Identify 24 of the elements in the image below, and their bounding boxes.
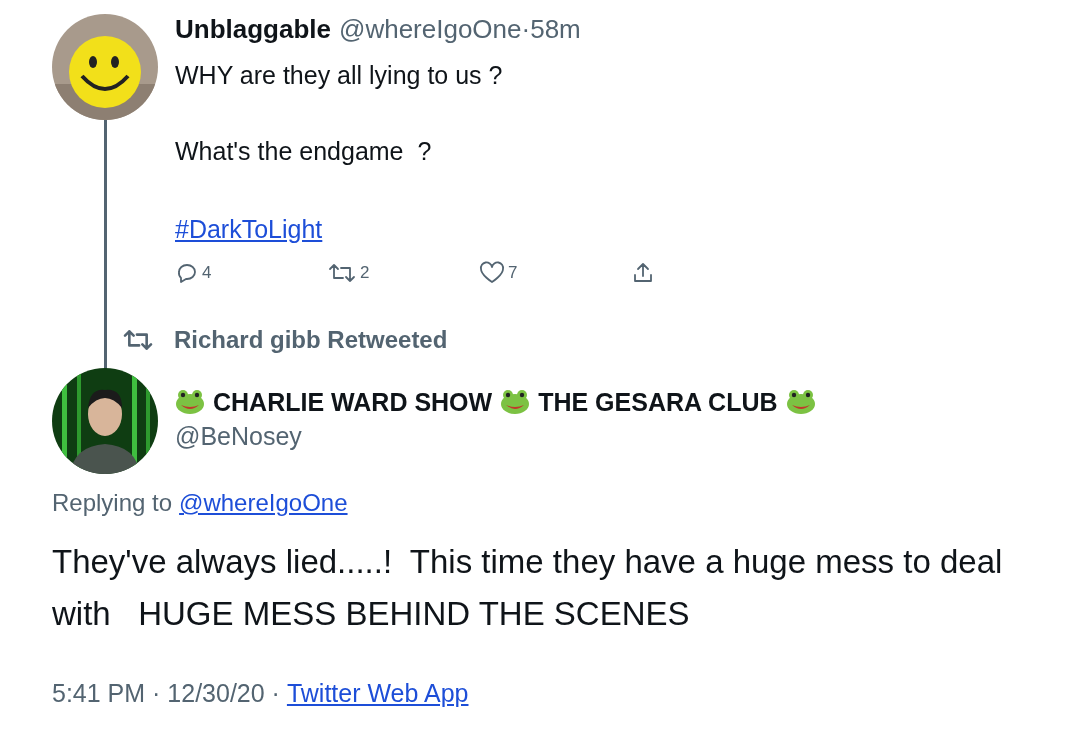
- heart-icon[interactable]: [479, 260, 505, 285]
- replying-label: Replying to: [52, 489, 173, 516]
- action-count: 2: [360, 262, 370, 284]
- display-name[interactable]: CHARLIE WARD SHOW: [213, 386, 493, 418]
- action-count: 4: [202, 262, 212, 284]
- action-count: 7: [508, 262, 518, 284]
- retweet-notice[interactable]: Richard gibb Retweeted: [174, 322, 448, 358]
- hashtag-link[interactable]: #DarkToLight: [175, 215, 323, 243]
- source-link[interactable]: Twitter Web App: [286, 679, 469, 707]
- user-handle[interactable]: @whereIgoOne: [339, 14, 522, 44]
- display-name[interactable]: THE GESARA CLUB: [538, 386, 778, 418]
- tweet-text: What's the endgame ?: [175, 136, 433, 166]
- tweet-time: 58m: [530, 14, 581, 44]
- mention-link[interactable]: @whereIgoOne: [179, 489, 348, 516]
- tweet-text: They've always lied.....! This time they have a huge mess to deal with HUGE MESS BEHIND THE SCENES: [52, 542, 1004, 634]
- tweet-timestamp: 5:41 PM · 12/30/20 ·: [52, 679, 280, 707]
- share-icon[interactable]: [631, 260, 655, 285]
- frog-icon: [175, 389, 205, 415]
- separator-dot: ·: [521, 14, 531, 44]
- user-handle[interactable]: @BeNosey: [175, 422, 302, 450]
- display-name[interactable]: Unblaggable: [175, 14, 331, 44]
- tweet-text: WHY are they all lying to us ?: [175, 60, 504, 90]
- frog-icon: [785, 389, 816, 415]
- frog-icon: [500, 389, 531, 415]
